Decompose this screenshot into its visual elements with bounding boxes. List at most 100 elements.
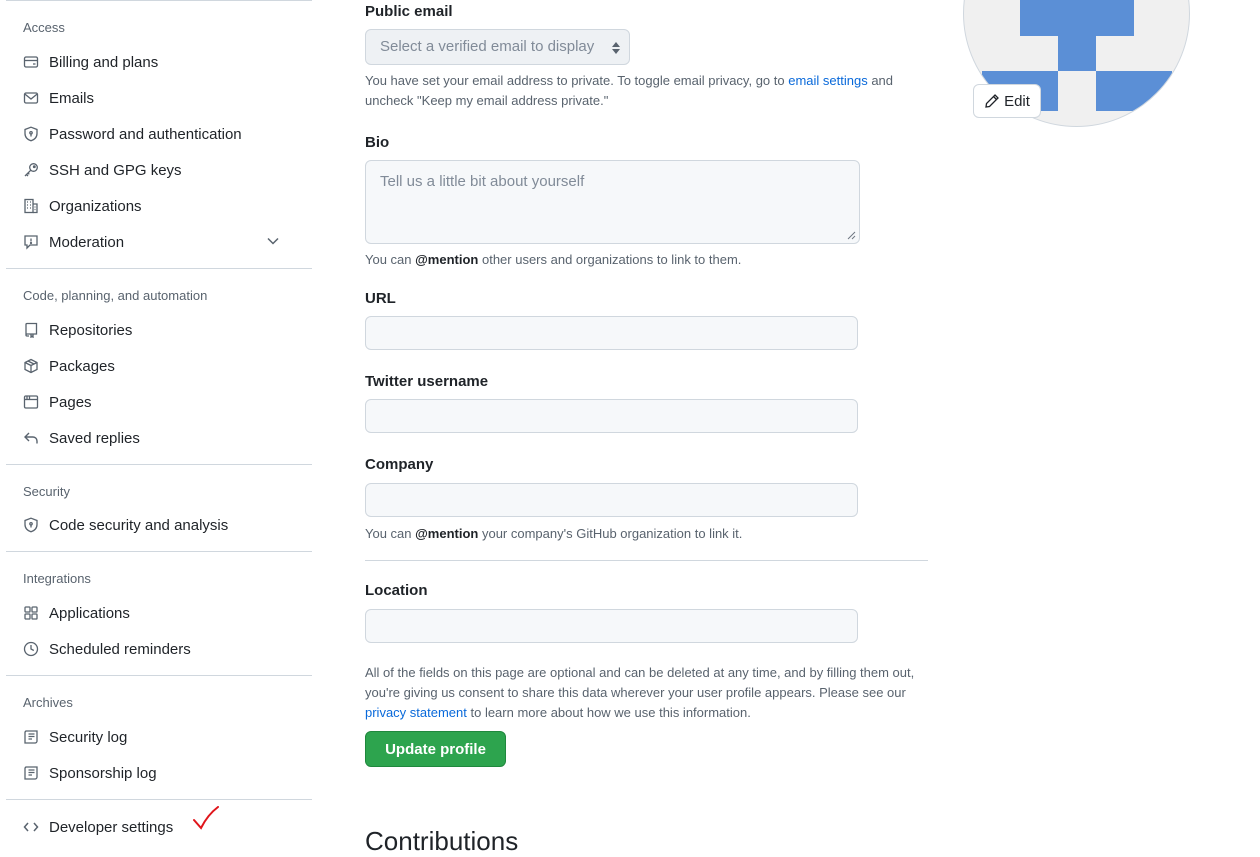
sidebar-item-applications[interactable]: Applications [22, 601, 302, 625]
log-icon [22, 764, 40, 782]
avatar-pattern [1020, 0, 1134, 36]
sidebar-item-code-security[interactable]: Code security and analysis [22, 513, 302, 537]
company-label: Company [365, 456, 434, 473]
code-icon [22, 818, 40, 836]
sidebar-item-ssh-gpg[interactable]: SSH and GPG keys [22, 158, 302, 182]
privacy-statement-link[interactable]: privacy statement [365, 705, 467, 720]
sidebar-item-pages[interactable]: Pages [22, 390, 302, 414]
sidebar-item-label: Password and authentication [49, 125, 242, 143]
package-icon [22, 357, 40, 375]
location-label: Location [365, 582, 428, 599]
sidebar-divider [6, 0, 312, 1]
sidebar-item-developer-settings[interactable]: Developer settings [22, 815, 302, 839]
form-divider [365, 560, 928, 561]
edit-avatar-button[interactable]: Edit [973, 84, 1041, 118]
contributions-heading: Contributions [365, 826, 519, 856]
help-text: other users and organizations to link to… [478, 252, 742, 267]
company-input[interactable] [365, 483, 858, 517]
sidebar-divider [6, 464, 312, 465]
sidebar-item-emails[interactable]: Emails [22, 86, 302, 110]
sidebar-item-billing[interactable]: Billing and plans [22, 50, 302, 74]
public-email-label: Public email [365, 3, 453, 20]
repo-icon [22, 321, 40, 339]
bio-help: You can @mention other users and organiz… [365, 250, 741, 270]
sidebar-item-repositories[interactable]: Repositories [22, 318, 302, 342]
twitter-label: Twitter username [365, 373, 489, 390]
sidebar-divider [6, 268, 312, 269]
sidebar-item-sponsorship-log[interactable]: Sponsorship log [22, 761, 302, 785]
shield-lock-icon [22, 516, 40, 534]
sidebar-item-label: Security log [49, 728, 128, 746]
resize-grip-icon[interactable] [846, 230, 856, 240]
help-text: You have set your email address to priva… [365, 73, 789, 88]
sidebar-item-label: Sponsorship log [49, 764, 157, 782]
mail-icon [22, 89, 40, 107]
url-input[interactable] [365, 316, 858, 350]
settings-sidebar: Access Billing and plans Emails Password… [0, 0, 312, 840]
sidebar-divider [6, 675, 312, 676]
sidebar-item-label: Organizations [49, 197, 142, 215]
apps-icon [22, 604, 40, 622]
privacy-disclaimer: All of the fields on this page are optio… [365, 663, 925, 723]
sidebar-item-password[interactable]: Password and authentication [22, 122, 302, 146]
url-label: URL [365, 290, 396, 307]
update-profile-button[interactable]: Update profile [365, 731, 506, 767]
section-heading-archives: Archives [23, 695, 73, 710]
shield-lock-icon [22, 125, 40, 143]
sidebar-item-label: Saved replies [49, 429, 140, 447]
sidebar-item-scheduled-reminders[interactable]: Scheduled reminders [22, 637, 302, 661]
log-icon [22, 728, 40, 746]
sidebar-divider [6, 551, 312, 552]
section-heading-security: Security [23, 484, 70, 499]
sidebar-item-moderation[interactable]: Moderation [22, 230, 302, 254]
public-email-select[interactable]: Select a verified email to display [365, 29, 630, 65]
help-text: to learn more about how we use this info… [466, 705, 751, 720]
mention-text: @mention [415, 526, 479, 541]
twitter-username-input[interactable] [365, 399, 858, 433]
sidebar-item-label: Emails [49, 89, 95, 107]
sidebar-item-label: Moderation [49, 233, 125, 251]
public-email-help: You have set your email address to priva… [365, 71, 925, 111]
bio-label: Bio [365, 134, 390, 151]
help-text: your company's GitHub organization to li… [478, 526, 743, 541]
sidebar-item-label: Code security and analysis [49, 516, 229, 534]
chevron-down-icon[interactable] [266, 234, 280, 248]
sidebar-item-label: Scheduled reminders [49, 640, 191, 658]
sidebar-item-label: Repositories [49, 321, 133, 339]
sidebar-item-label: Packages [49, 357, 115, 375]
help-text: All of the fields on this page are optio… [365, 665, 915, 700]
location-input[interactable] [365, 609, 858, 643]
pencil-icon [985, 94, 999, 108]
sidebar-item-organizations[interactable]: Organizations [22, 194, 302, 218]
sidebar-item-security-log[interactable]: Security log [22, 725, 302, 749]
avatar-pattern [1058, 33, 1096, 71]
sidebar-item-label: Pages [49, 393, 92, 411]
edit-label: Edit [1004, 92, 1030, 110]
sidebar-divider [6, 799, 312, 800]
section-heading-code-planning: Code, planning, and automation [23, 288, 208, 303]
sidebar-item-label: Developer settings [49, 818, 174, 836]
section-heading-integrations: Integrations [23, 571, 91, 586]
bio-placeholder: Tell us a little bit about yourself [380, 173, 585, 190]
select-arrows-icon [612, 42, 620, 54]
avatar-pattern [1096, 71, 1172, 111]
clock-icon [22, 640, 40, 658]
organization-icon [22, 197, 40, 215]
sidebar-item-label: Applications [49, 604, 130, 622]
reply-icon [22, 429, 40, 447]
sidebar-item-label: SSH and GPG keys [49, 161, 182, 179]
sidebar-item-label: Billing and plans [49, 53, 159, 71]
public-email-select-value: Select a verified email to display [380, 38, 595, 55]
checkmark-annotation-icon [193, 806, 219, 830]
key-icon [22, 161, 40, 179]
company-help: You can @mention your company's GitHub o… [365, 524, 742, 544]
sidebar-item-packages[interactable]: Packages [22, 354, 302, 378]
credit-card-icon [22, 53, 40, 71]
help-text: You can [365, 526, 416, 541]
sidebar-item-saved-replies[interactable]: Saved replies [22, 426, 302, 450]
section-heading-access: Access [23, 20, 65, 35]
bio-textarea[interactable]: Tell us a little bit about yourself [365, 160, 860, 244]
email-settings-link[interactable]: email settings [788, 73, 867, 88]
browser-icon [22, 393, 40, 411]
mention-text: @mention [415, 252, 479, 267]
